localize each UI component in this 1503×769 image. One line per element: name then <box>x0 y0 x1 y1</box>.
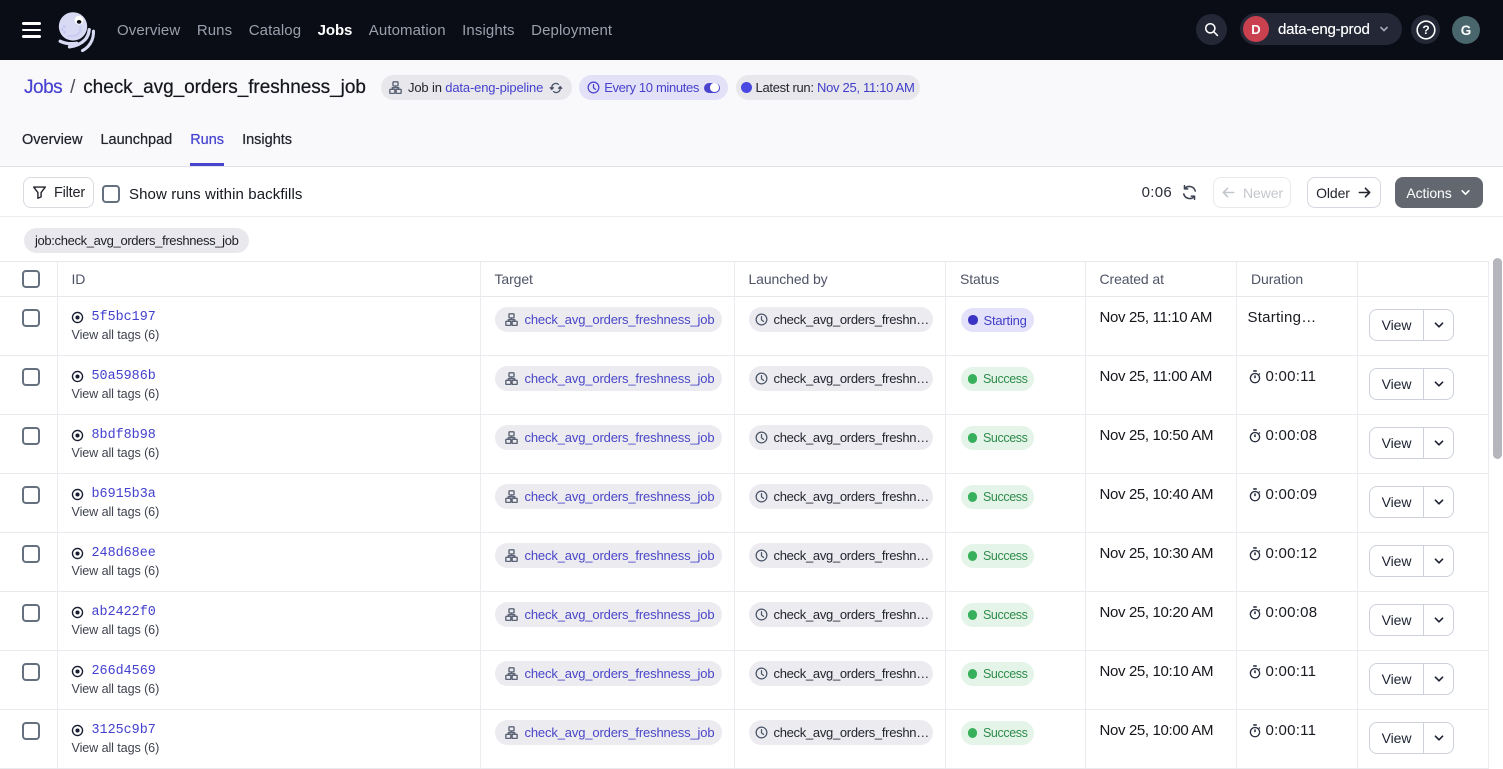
svg-text:?: ? <box>1422 23 1429 37</box>
